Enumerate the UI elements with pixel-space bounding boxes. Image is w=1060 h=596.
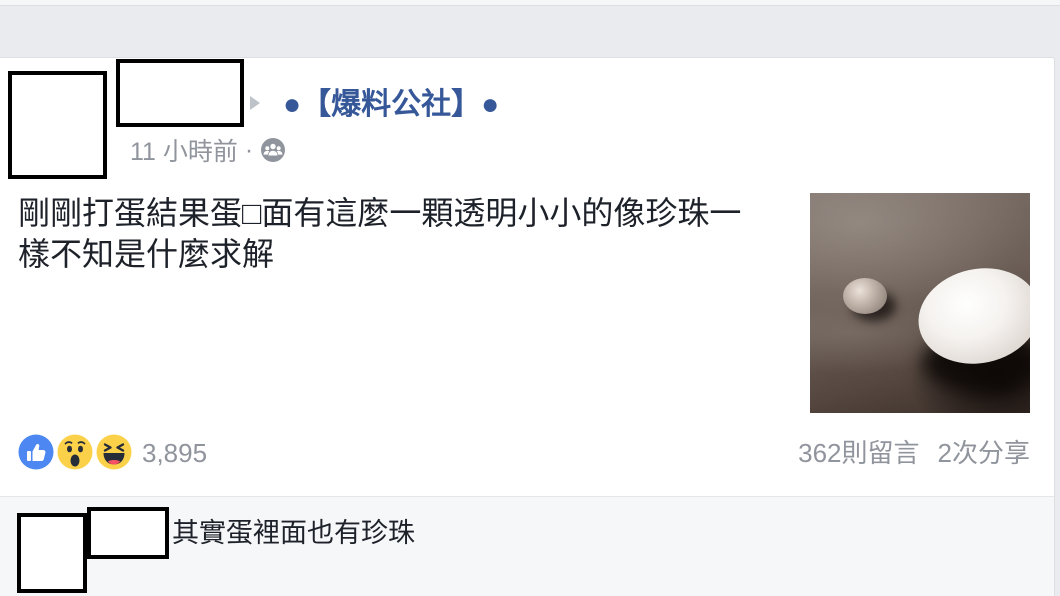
like-icon[interactable] (16, 432, 56, 472)
group-name-link[interactable]: ●【爆料公社】● (283, 85, 499, 125)
author-name-redacted[interactable] (116, 59, 244, 127)
commenter-avatar-redacted[interactable] (17, 513, 87, 593)
post-meta: 11 小時前 · (130, 132, 286, 168)
haha-icon[interactable] (94, 432, 134, 472)
comments-count-link[interactable]: 362則留言 (798, 435, 919, 471)
group-members-icon (260, 137, 286, 163)
reaction-icons[interactable] (16, 432, 134, 472)
post-card: ●【爆料公社】● 11 小時前 · 剛剛打蛋結果蛋□面有這麼一顆透明小小的像珍珠… (0, 57, 1055, 596)
comment-text: 其實蛋裡面也有珍珠 (172, 518, 415, 548)
top-edge (0, 0, 1060, 6)
post-text: 剛剛打蛋結果蛋□面有這麼一顆透明小小的像珍珠一樣不知是什麼求解 (18, 195, 742, 272)
timestamp-link[interactable]: 11 小時前 (130, 132, 238, 168)
meta-separator: · (244, 135, 254, 164)
commenter-name-redacted[interactable] (87, 507, 169, 559)
author-avatar-redacted[interactable] (8, 71, 107, 179)
comment-section: 其實蛋裡面也有珍珠 (0, 496, 1054, 596)
reaction-count[interactable]: 3,895 (142, 435, 207, 471)
post-photo[interactable] (810, 193, 1030, 413)
caret-right-icon (250, 96, 260, 110)
post-stats: 362則留言 2次分享 (798, 435, 1030, 471)
wow-icon[interactable] (55, 432, 95, 472)
shares-count-link[interactable]: 2次分享 (938, 435, 1030, 471)
photo-pearl (843, 278, 887, 314)
